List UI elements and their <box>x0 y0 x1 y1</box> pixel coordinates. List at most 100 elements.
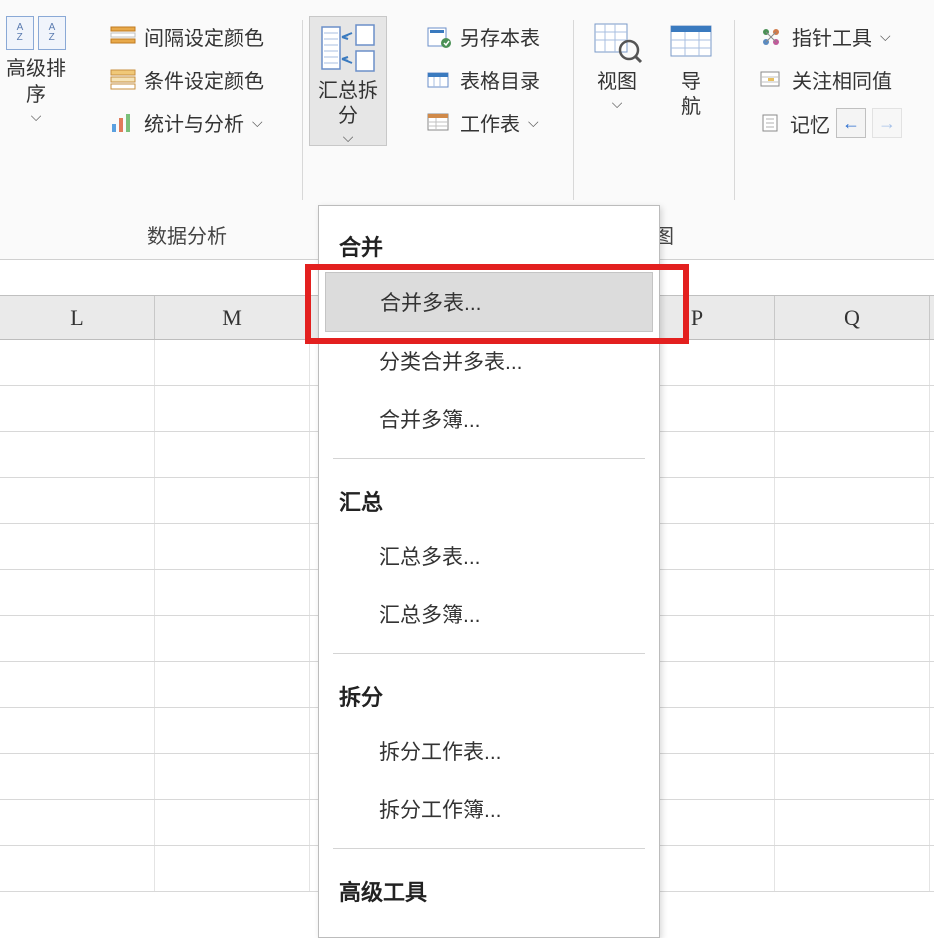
cell[interactable] <box>0 386 155 431</box>
cell[interactable] <box>0 754 155 799</box>
cell[interactable] <box>155 478 310 523</box>
data-analysis-group-label: 数据分析 <box>72 220 302 249</box>
dropdown-section-summary: 汇总 <box>319 469 659 527</box>
cell[interactable] <box>0 662 155 707</box>
menu-separator <box>333 653 645 654</box>
menu-separator <box>333 458 645 459</box>
cell[interactable] <box>155 432 310 477</box>
menu-item-merge-tables[interactable]: 合并多表... <box>325 272 653 332</box>
cell[interactable] <box>155 846 310 891</box>
chevron-down-icon: ⌵ <box>612 95 623 112</box>
menu-separator <box>333 848 645 849</box>
stats-icon <box>110 110 136 136</box>
summary-split-label: 汇总拆 分 <box>318 79 378 129</box>
cell[interactable] <box>0 570 155 615</box>
cell[interactable] <box>0 340 155 385</box>
cell[interactable] <box>155 524 310 569</box>
dropdown-section-advanced: 高级工具 <box>319 859 659 917</box>
cell[interactable] <box>0 708 155 753</box>
advanced-sort-button[interactable]: AZ AZ 高级排 序 ⌵ <box>6 10 66 125</box>
cell[interactable] <box>775 754 930 799</box>
stats-analysis-button[interactable]: 统计与分析 ⌵ <box>106 106 268 139</box>
focus-icon <box>758 67 784 93</box>
cell[interactable] <box>775 478 930 523</box>
cell[interactable] <box>775 846 930 891</box>
navigation-button[interactable]: 导 航 <box>659 16 723 124</box>
sort-az-icon: AZ <box>6 16 34 50</box>
right-tools-group: 指针工具 ⌵ 关注相同值 记忆 ← → <box>735 10 925 259</box>
menu-item-merge-workbooks[interactable]: 合并多簿... <box>319 390 659 448</box>
interval-color-icon <box>110 24 136 50</box>
cell[interactable] <box>155 800 310 845</box>
pointer-tool-label: 指针工具 <box>792 22 872 51</box>
cell[interactable] <box>155 708 310 753</box>
condition-color-button[interactable]: 条件设定颜色 <box>106 63 268 96</box>
column-header[interactable]: Q <box>775 296 930 339</box>
cell[interactable] <box>155 616 310 661</box>
arrow-left-button[interactable]: ← <box>836 108 866 138</box>
table-directory-button[interactable]: 表格目录 <box>422 63 544 96</box>
cell[interactable] <box>775 432 930 477</box>
cell[interactable] <box>775 616 930 661</box>
memory-button[interactable]: 记忆 ← → <box>754 106 906 140</box>
cell[interactable] <box>0 800 155 845</box>
sort-group: AZ AZ 高级排 序 ⌵ <box>0 10 72 259</box>
save-as-table-button[interactable]: 另存本表 <box>422 20 544 53</box>
worksheet-label: 工作表 <box>460 108 520 137</box>
memory-label: 记忆 <box>790 109 830 138</box>
view-icon <box>591 20 643 64</box>
chevron-down-icon: ⌵ <box>528 114 539 131</box>
dropdown-section-merge: 合并 <box>319 214 659 272</box>
stats-analysis-label: 统计与分析 <box>144 108 244 137</box>
column-header[interactable]: M <box>155 296 310 339</box>
cell[interactable] <box>0 846 155 891</box>
cell[interactable] <box>155 570 310 615</box>
save-as-table-label: 另存本表 <box>460 22 540 51</box>
menu-item-summary-workbooks[interactable]: 汇总多簿... <box>319 585 659 643</box>
pointer-tool-button[interactable]: 指针工具 ⌵ <box>754 20 906 53</box>
cell[interactable] <box>775 570 930 615</box>
menu-item-summary-tables[interactable]: 汇总多表... <box>319 527 659 585</box>
memory-icon <box>758 110 784 136</box>
column-header[interactable]: L <box>0 296 155 339</box>
view-button[interactable]: 视图 ⌵ <box>585 16 649 124</box>
cell[interactable] <box>775 524 930 569</box>
condition-color-label: 条件设定颜色 <box>144 65 264 94</box>
nav-icon <box>665 20 717 64</box>
summary-split-button[interactable]: 汇总拆 分 ⌵ <box>309 16 387 146</box>
cell[interactable] <box>775 340 930 385</box>
table-dir-icon <box>426 67 452 93</box>
summary-split-icon <box>320 23 376 73</box>
menu-item-split-workbook[interactable]: 拆分工作簿... <box>319 780 659 838</box>
table-directory-label: 表格目录 <box>460 65 540 94</box>
condition-color-icon <box>110 67 136 93</box>
sort-za-icon: AZ <box>38 16 66 50</box>
cell[interactable] <box>0 432 155 477</box>
save-table-icon <box>426 24 452 50</box>
menu-item-split-worksheet[interactable]: 拆分工作表... <box>319 722 659 780</box>
pointer-icon <box>758 24 784 50</box>
cell[interactable] <box>775 386 930 431</box>
interval-color-button[interactable]: 间隔设定颜色 <box>106 20 268 53</box>
dropdown-section-split: 拆分 <box>319 664 659 722</box>
cell[interactable] <box>155 386 310 431</box>
cell[interactable] <box>0 478 155 523</box>
focus-same-value-button[interactable]: 关注相同值 <box>754 63 906 96</box>
cell[interactable] <box>155 754 310 799</box>
cell[interactable] <box>775 708 930 753</box>
view-label: 视图 <box>597 70 637 95</box>
focus-same-value-label: 关注相同值 <box>792 65 892 94</box>
menu-item-category-merge-tables[interactable]: 分类合并多表... <box>319 332 659 390</box>
chevron-down-icon: ⌵ <box>880 28 891 45</box>
cell[interactable] <box>155 340 310 385</box>
cell[interactable] <box>0 616 155 661</box>
nav-label: 导 航 <box>681 70 701 120</box>
cell[interactable] <box>775 662 930 707</box>
arrow-right-button[interactable]: → <box>872 108 902 138</box>
cell[interactable] <box>0 524 155 569</box>
worksheet-button[interactable]: 工作表 ⌵ <box>422 106 544 139</box>
chevron-down-icon: ⌵ <box>252 114 263 131</box>
cell[interactable] <box>775 800 930 845</box>
cell[interactable] <box>155 662 310 707</box>
interval-color-label: 间隔设定颜色 <box>144 22 264 51</box>
